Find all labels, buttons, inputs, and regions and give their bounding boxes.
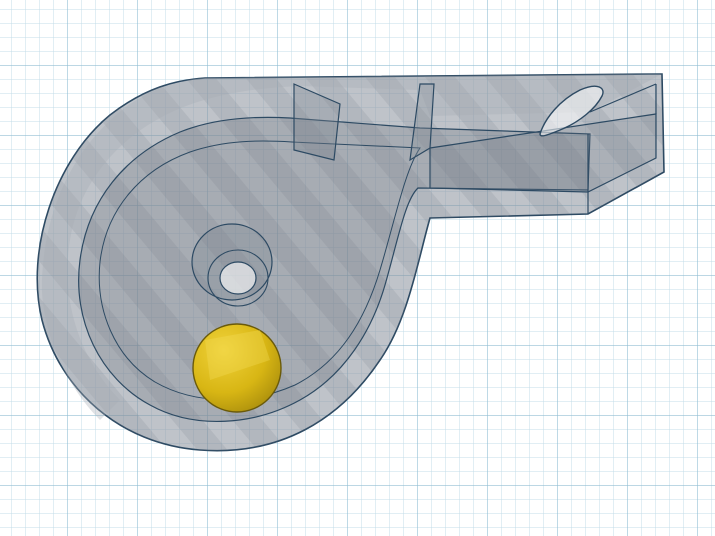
whistle-pin-hole (219, 261, 257, 295)
workplane-viewport[interactable] (0, 0, 715, 536)
whistle-ball[interactable] (192, 323, 282, 413)
3d-scene[interactable] (0, 0, 715, 536)
